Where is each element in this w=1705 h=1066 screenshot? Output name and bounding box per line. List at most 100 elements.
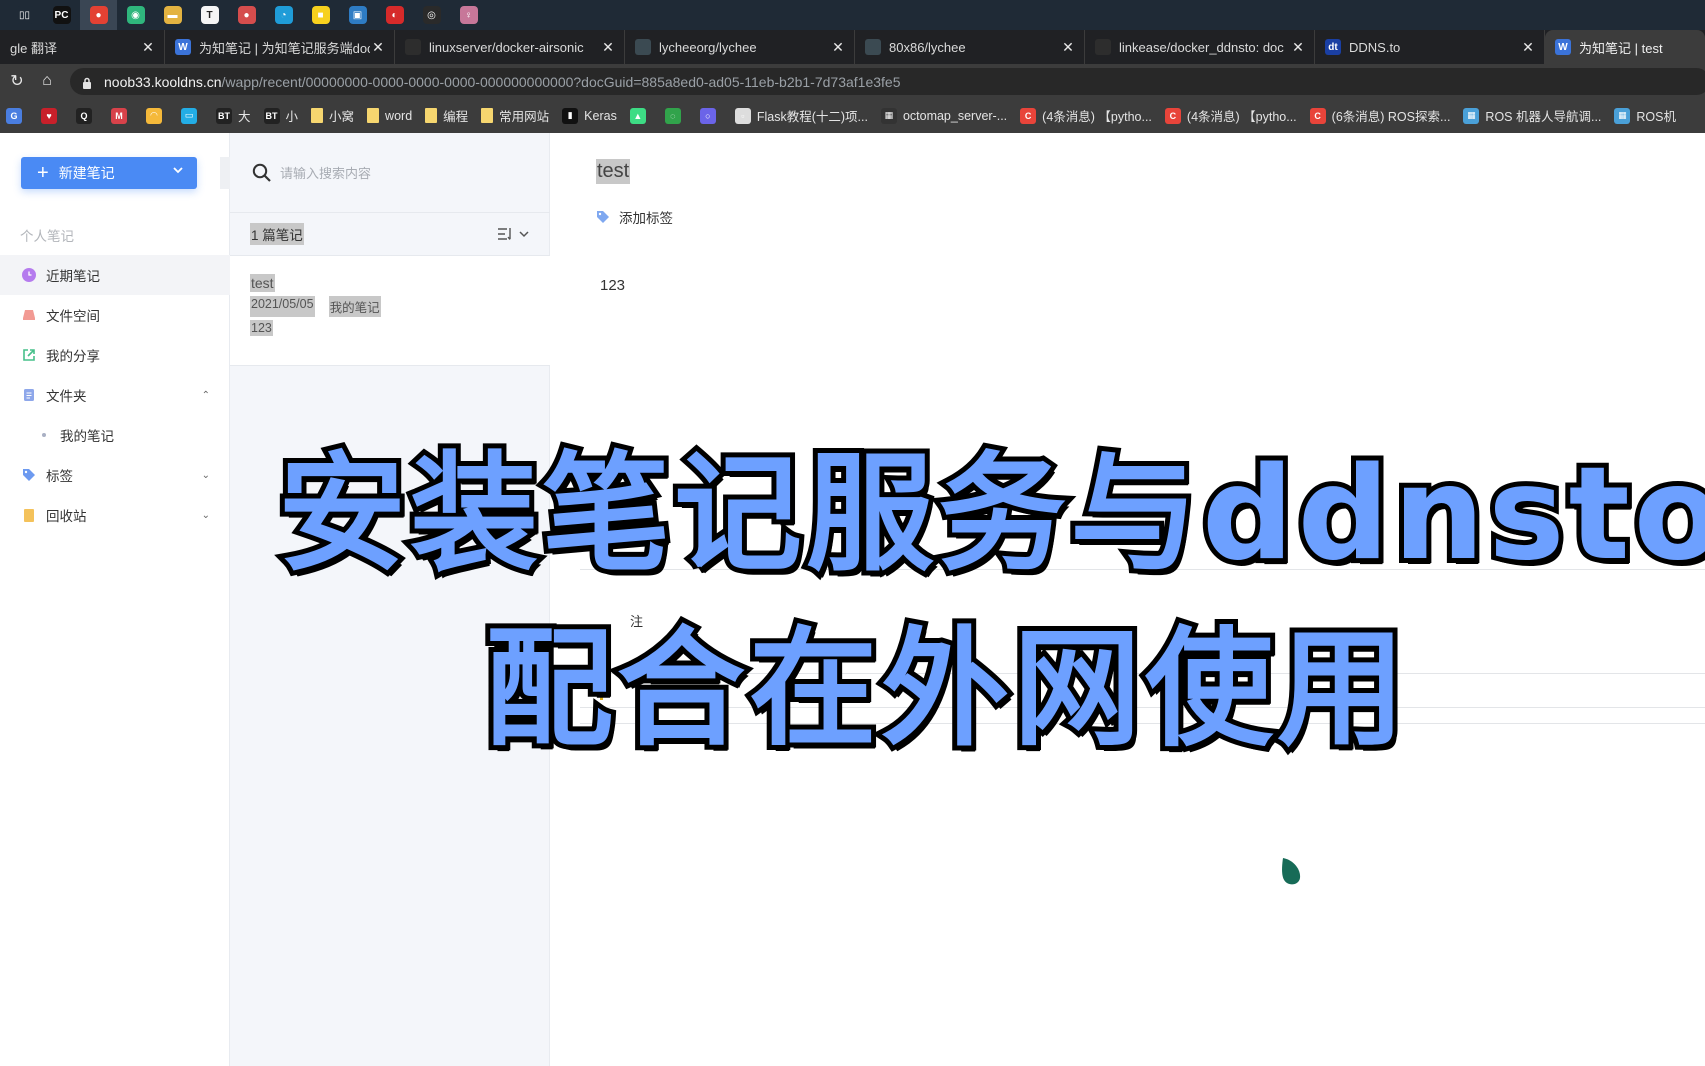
bookmark-favicon-icon: ◌ xyxy=(664,107,681,124)
reload-icon[interactable]: ↻ xyxy=(4,68,30,94)
tab-title: linuxserver/docker-airsonic xyxy=(429,39,584,55)
bookmark-favicon-icon: ▦ xyxy=(880,107,897,124)
sort-button[interactable] xyxy=(497,227,530,241)
sidebar: + 新建笔记 个人笔记 近期笔记 文件空间 我的分享 文件夹 ⌃ 我的笔记 标签… xyxy=(0,133,230,1066)
chevron-up-icon[interactable]: ⌃ xyxy=(202,390,210,401)
taskbar-avatar-app[interactable]: ♀ xyxy=(450,0,487,30)
taskbar-sticky-notes[interactable]: ■ xyxy=(302,0,339,30)
browser-tab[interactable]: lycheeorg/lychee ✕ xyxy=(625,30,855,64)
browser-tab[interactable]: linkease/docker_ddnsto: doc ✕ xyxy=(1085,30,1315,64)
taskbar-file-explorer[interactable]: ▬ xyxy=(154,0,191,30)
sidebar-item-trash[interactable]: 回收站 ⌄ xyxy=(0,495,230,535)
tab-close-icon[interactable]: ✕ xyxy=(1290,39,1306,56)
tab-close-icon[interactable]: ✕ xyxy=(1520,39,1536,56)
tab-close-icon[interactable]: ✕ xyxy=(140,39,156,56)
tab-close-icon[interactable]: ✕ xyxy=(370,39,386,56)
browser-tab[interactable]: gle 翻译 ✕ xyxy=(0,30,165,64)
taskbar-app-green[interactable]: ◉ xyxy=(117,0,154,30)
bookmark-item[interactable]: 小窝 xyxy=(311,106,354,125)
new-note-label: 新建笔记 xyxy=(58,165,115,181)
browser-tab[interactable]: W 为知笔记 | test xyxy=(1545,30,1705,64)
bookmark-favicon-icon: ▫ xyxy=(734,107,751,124)
new-note-button[interactable]: + 新建笔记 xyxy=(21,157,197,189)
search-input[interactable]: 请输入搜索内容 xyxy=(280,163,371,182)
avatar-app-icon: ♀ xyxy=(459,6,478,24)
tab-title: linkease/docker_ddnsto: doc xyxy=(1119,39,1284,55)
tag-icon xyxy=(597,211,609,223)
bookmark-item[interactable]: ▲ xyxy=(629,107,652,124)
bookmark-item[interactable]: BT 大 xyxy=(216,106,251,125)
taskbar-pycharm[interactable]: PC xyxy=(43,0,80,30)
taskbar-edge[interactable]: ◔ xyxy=(265,0,302,30)
sidebar-item-recent[interactable]: 近期笔记 xyxy=(0,255,230,295)
sidebar-item-tags[interactable]: 标签 ⌄ xyxy=(0,455,230,495)
bookmark-favicon-icon: ▦ xyxy=(1463,107,1480,124)
note-title[interactable]: test xyxy=(596,159,631,184)
bookmark-item[interactable]: ▦ ROS机 xyxy=(1614,106,1676,125)
sticky-notes-icon: ■ xyxy=(311,6,330,24)
bookmark-label: 编程 xyxy=(443,110,469,124)
sidebar-collapse-handle[interactable] xyxy=(220,157,230,189)
sidebar-item-file-space[interactable]: 文件空间 xyxy=(0,295,230,335)
chevron-down-icon[interactable]: ⌄ xyxy=(202,470,210,481)
chevron-down-icon[interactable] xyxy=(173,165,183,175)
sidebar-subitem-my-notes[interactable]: 我的笔记 xyxy=(0,415,230,455)
add-tag-button[interactable]: 添加标签 xyxy=(596,207,673,227)
bookmark-favicon-icon: BT xyxy=(216,107,232,124)
bookmark-favicon-icon: ▦ xyxy=(1614,107,1631,124)
taskbar-obs[interactable]: ◎ xyxy=(413,0,450,30)
browser-tab[interactable]: dt DDNS.to ✕ xyxy=(1315,30,1545,64)
taskbar-netease-music[interactable]: ◐ xyxy=(376,0,413,30)
bookmark-item[interactable]: ▭ xyxy=(181,107,203,124)
browser-tab[interactable]: 80x86/lychee ✕ xyxy=(855,30,1085,64)
url-host: noob33.kooldns.cn xyxy=(104,73,222,90)
bookmark-item[interactable]: 常用网站 xyxy=(481,106,549,125)
bookmark-item[interactable]: ▦ ROS 机器人导航调... xyxy=(1463,106,1601,125)
tab-favicon-icon: W xyxy=(1555,39,1571,55)
bookmark-item[interactable]: C (4条消息) 【pytho... xyxy=(1020,106,1152,125)
bookmark-label: 大 xyxy=(238,110,251,124)
tab-favicon-icon: W xyxy=(175,39,191,55)
bookmark-item[interactable]: C (4条消息) 【pytho... xyxy=(1164,106,1297,125)
bookmark-item[interactable]: ○ xyxy=(699,107,722,124)
taskbar-virtualbox[interactable]: ▣ xyxy=(339,0,376,30)
bookmark-item[interactable]: Q xyxy=(76,107,98,124)
sidebar-item-my-share[interactable]: 我的分享 xyxy=(0,335,230,375)
taskbar-chrome-profile[interactable]: ● xyxy=(228,0,265,30)
bookmark-item[interactable]: ▫ Flask教程(十二)项... xyxy=(734,106,868,125)
obs-icon: ◎ xyxy=(422,6,441,24)
bookmark-item[interactable]: ◌ xyxy=(664,107,687,124)
bookmark-item[interactable]: ◠ xyxy=(146,107,168,124)
taskbar-task-view[interactable]: ▯▯ xyxy=(6,0,43,30)
bookmark-item[interactable]: ▦ octomap_server-... xyxy=(880,107,1007,124)
bookmark-item[interactable]: M xyxy=(111,107,133,124)
bookmark-label: Keras xyxy=(584,108,617,123)
home-icon[interactable]: ⌂ xyxy=(34,68,60,94)
divider xyxy=(580,707,1705,708)
taskbar-typora[interactable]: T xyxy=(191,0,228,30)
note-editor: test 添加标签 123 注 xyxy=(550,133,1705,1066)
bookmark-favicon-icon: ♥ xyxy=(41,107,57,124)
search-box[interactable]: 请输入搜索内容 xyxy=(230,133,550,213)
browser-tab[interactable]: linuxserver/docker-airsonic ✕ xyxy=(395,30,625,64)
bookmark-item[interactable]: BT 小 xyxy=(263,106,298,125)
note-body[interactable]: 123 xyxy=(600,277,625,294)
edge-icon: ◔ xyxy=(274,6,293,24)
bookmark-item[interactable]: G xyxy=(6,107,28,124)
sidebar-item-folders[interactable]: 文件夹 ⌃ xyxy=(0,375,230,415)
taskbar-chrome[interactable]: ● xyxy=(80,0,117,30)
tab-close-icon[interactable]: ✕ xyxy=(600,39,616,56)
bookmark-item[interactable]: 编程 xyxy=(425,106,468,125)
chrome-icon: ● xyxy=(89,6,108,24)
browser-tab[interactable]: W 为知笔记 | 为知笔记服务端doc ✕ xyxy=(165,30,395,64)
bookmark-item[interactable]: ♥ xyxy=(41,107,63,124)
bookmark-item[interactable]: ▮ Keras xyxy=(562,107,617,124)
bookmark-item[interactable]: word xyxy=(367,108,412,123)
note-list-item[interactable]: test 2021/05/05 我的笔记 123 xyxy=(230,256,550,366)
tab-close-icon[interactable]: ✕ xyxy=(830,39,846,56)
bookmark-item[interactable]: C (6条消息) ROS探索... xyxy=(1309,106,1450,125)
trash-icon xyxy=(24,509,34,522)
chevron-down-icon[interactable]: ⌄ xyxy=(202,510,210,521)
tab-close-icon[interactable]: ✕ xyxy=(1060,39,1076,56)
address-bar[interactable]: noob33.kooldns.cn/wapp/recent/00000000-0… xyxy=(70,68,1705,95)
